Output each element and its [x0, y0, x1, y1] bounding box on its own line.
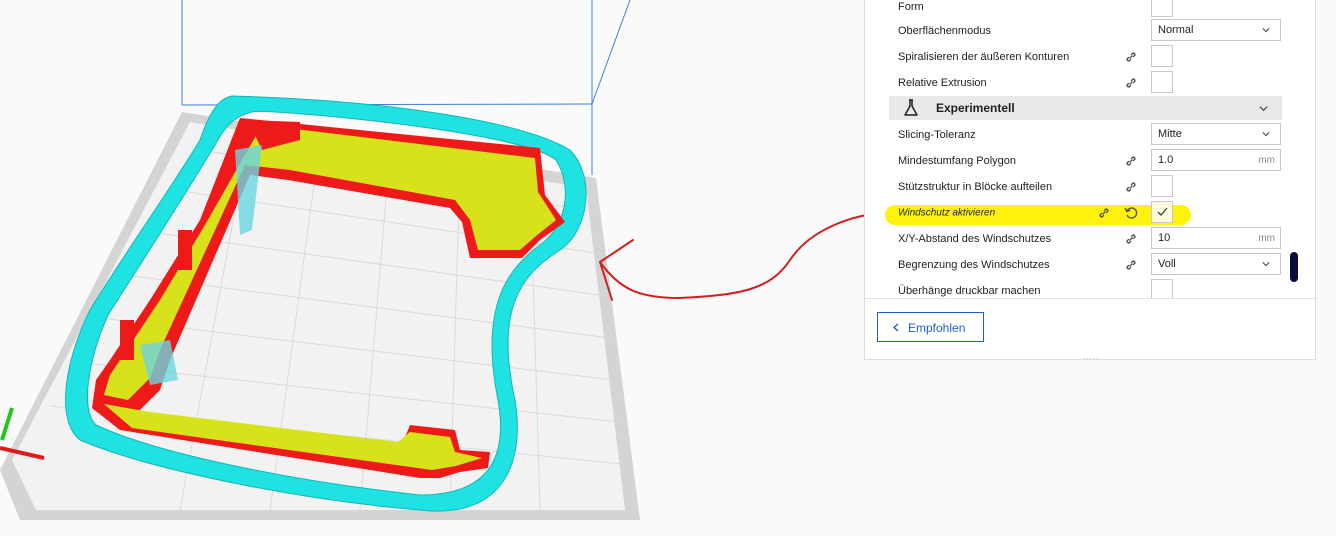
chevron-down-icon [1259, 106, 1268, 112]
link-icon[interactable] [1123, 231, 1139, 247]
category-title: Experimentell [936, 101, 1015, 115]
annotation-arrow [599, 211, 889, 301]
draft-shield-distance-input[interactable]: 10 mm [1151, 227, 1281, 249]
setting-row-min-polygon-circumference: Mindestumfang Polygon 1.0 mm [865, 148, 1317, 174]
support-blocks-checkbox[interactable] [1151, 175, 1173, 197]
setting-label: Spiralisieren der äußeren Konturen [898, 51, 1070, 63]
input-value: 10 [1158, 232, 1171, 244]
setting-row-support-blocks: Stützstruktur in Blöcke aufteilen [865, 174, 1317, 200]
setting-label: Begrenzung des Windschutzes [898, 259, 1050, 271]
form-checkbox[interactable] [1151, 0, 1173, 17]
setting-label: Mindestumfang Polygon [898, 155, 1017, 167]
category-experimental[interactable]: Experimentell [889, 96, 1282, 120]
select-value: Mitte [1158, 128, 1182, 140]
setting-label: Oberflächenmodus [898, 25, 991, 37]
relative-extrusion-checkbox[interactable] [1151, 71, 1173, 93]
setting-label: Überhänge druckbar machen [898, 285, 1041, 297]
setting-label: Slicing-Toleranz [898, 129, 976, 141]
select-value: Normal [1158, 24, 1194, 36]
link-icon[interactable] [1123, 49, 1139, 65]
panel-divider [865, 298, 1317, 299]
chevron-down-icon [1262, 28, 1270, 33]
print-settings-panel: Form Oberflächenmodus Normal Spiralisier… [864, 0, 1317, 361]
link-icon[interactable] [1123, 153, 1139, 169]
recommended-button-label: Empfohlen [908, 321, 966, 335]
slicing-tolerance-select[interactable]: Mitte [1151, 123, 1281, 145]
setting-label: X/Y-Abstand des Windschutzes [898, 233, 1052, 245]
setting-row-surface-mode: Oberflächenmodus Normal [865, 18, 1317, 44]
setting-label: Relative Extrusion [898, 77, 987, 89]
axis-y [0, 407, 14, 441]
setting-row-draft-shield-distance: X/Y-Abstand des Windschutzes 10 mm [865, 226, 1317, 252]
setting-row-draft-shield-limitation: Begrenzung des Windschutzes Voll [865, 252, 1317, 278]
setting-label: Windschutz aktivieren [898, 207, 996, 219]
draft-shield-limitation-select[interactable]: Voll [1151, 253, 1281, 275]
recommended-button[interactable]: Empfohlen [877, 312, 984, 342]
input-unit: mm [1258, 233, 1275, 244]
input-unit: mm [1258, 155, 1275, 166]
checkmark-icon [1157, 207, 1168, 216]
setting-row-make-overhang-printable: Überhänge druckbar machen [865, 278, 1317, 304]
link-icon[interactable] [1123, 179, 1139, 195]
setting-row-slicing-tolerance: Slicing-Toleranz Mitte [865, 122, 1317, 148]
resize-grip[interactable]: ..... [1083, 352, 1099, 361]
reset-icon[interactable] [1123, 205, 1139, 221]
select-value: Voll [1158, 258, 1176, 270]
surface-mode-select[interactable]: Normal [1151, 19, 1281, 41]
spiralize-checkbox[interactable] [1151, 45, 1173, 67]
setting-label: Form [898, 1, 924, 13]
flask-icon [904, 99, 918, 116]
setting-row-spiralize: Spiralisieren der äußeren Konturen [865, 44, 1317, 70]
link-icon[interactable] [1123, 257, 1139, 273]
chevron-left-icon [892, 323, 899, 332]
link-icon[interactable] [1096, 205, 1112, 221]
draft-shield-enable-checkbox[interactable] [1151, 201, 1173, 223]
setting-row-draft-shield-enable: Windschutz aktivieren [865, 200, 1317, 226]
setting-label: Stützstruktur in Blöcke aufteilen [898, 181, 1053, 193]
min-polygon-circumference-input[interactable]: 1.0 mm [1151, 149, 1281, 171]
chevron-down-icon [1262, 262, 1270, 267]
setting-row-form: Form [865, 0, 1317, 20]
make-overhang-printable-checkbox[interactable] [1151, 279, 1173, 299]
setting-row-relative-extrusion: Relative Extrusion [865, 70, 1317, 96]
chevron-down-icon [1262, 132, 1270, 137]
input-value: 1.0 [1158, 154, 1174, 166]
link-icon[interactable] [1123, 75, 1139, 91]
